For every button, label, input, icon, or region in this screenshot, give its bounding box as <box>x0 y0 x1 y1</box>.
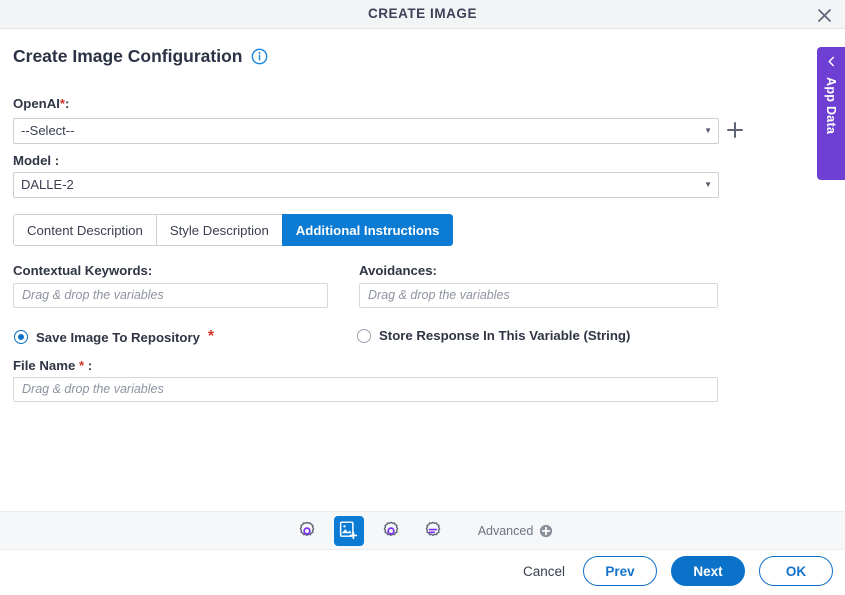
prev-button[interactable]: Prev <box>583 556 657 586</box>
radio-store-label: Store Response In This Variable (String) <box>379 328 631 343</box>
page-title-row: Create Image Configuration <box>13 46 268 67</box>
file-name-label: File Name * : <box>13 358 92 373</box>
dialog-actions: Cancel Prev Next OK <box>519 556 833 586</box>
model-select[interactable]: DALLE-2 ▼ <box>13 172 719 198</box>
contextual-keywords-input[interactable]: Drag & drop the variables <box>13 283 328 308</box>
chevron-left-icon <box>827 56 834 67</box>
openai-select[interactable]: --Select-- ▼ <box>13 118 719 144</box>
avoidances-label: Avoidances: <box>359 263 437 278</box>
ok-button[interactable]: OK <box>759 556 833 586</box>
advanced-button[interactable]: Advanced <box>478 524 554 538</box>
add-image-icon-button[interactable] <box>333 515 364 546</box>
bottom-toolbar: Advanced <box>0 511 845 550</box>
radio-save-required-marker: * <box>207 328 215 345</box>
gear-icon-button-1[interactable] <box>292 516 322 546</box>
radio-store-response-in-variable[interactable]: Store Response In This Variable (String) <box>357 328 630 343</box>
dialog-titlebar: CREATE IMAGE <box>0 0 845 29</box>
plus-icon[interactable] <box>725 120 745 140</box>
tab-style-description[interactable]: Style Description <box>155 214 282 246</box>
chevron-down-icon: ▼ <box>704 180 712 189</box>
info-icon[interactable] <box>251 48 268 65</box>
gear-icon-button-2[interactable] <box>376 516 406 546</box>
file-name-required-marker: * <box>78 358 85 373</box>
file-name-label-text: File Name <box>13 358 76 373</box>
page-title: Create Image Configuration <box>13 46 243 66</box>
app-data-panel-toggle[interactable]: App Data <box>817 47 845 180</box>
app-data-label: App Data <box>824 77 838 135</box>
next-button[interactable]: Next <box>671 556 745 586</box>
dialog-title: CREATE IMAGE <box>367 6 478 21</box>
model-selected-value: DALLE-2 <box>21 177 74 192</box>
avoidances-input[interactable]: Drag & drop the variables <box>359 283 718 308</box>
plus-circle-icon <box>540 524 553 537</box>
openai-label-text: OpenAI <box>13 96 60 111</box>
close-icon[interactable] <box>812 3 836 27</box>
cancel-button[interactable]: Cancel <box>519 564 569 579</box>
tab-additional-instructions[interactable]: Additional Instructions <box>281 214 454 246</box>
radio-mark-selected <box>14 330 28 344</box>
chevron-down-icon: ▼ <box>704 126 712 135</box>
radio-mark-unselected <box>357 328 371 343</box>
add-image-icon <box>340 521 358 540</box>
file-name-input[interactable]: Drag & drop the variables <box>13 377 718 402</box>
advanced-label: Advanced <box>477 523 534 538</box>
contextual-keywords-label: Contextual Keywords: <box>13 263 153 278</box>
file-name-label-suffix: : <box>87 358 93 373</box>
model-label: Model : <box>13 153 60 168</box>
openai-label-suffix: : <box>65 96 70 111</box>
openai-selected-value: --Select-- <box>21 123 75 138</box>
gear-settings-lines-icon-button[interactable] <box>418 516 448 546</box>
openai-label: OpenAI*: <box>13 96 69 111</box>
tab-content-description[interactable]: Content Description <box>13 214 156 246</box>
description-tabs: Content Description Style Description Ad… <box>13 214 454 246</box>
gear-icon <box>383 521 398 536</box>
gear-icon <box>299 521 314 536</box>
gear-settings-lines-icon <box>425 521 440 536</box>
radio-save-label: Save Image To Repository <box>36 329 200 345</box>
radio-save-image-to-repository[interactable]: Save Image To Repository * <box>14 328 214 346</box>
